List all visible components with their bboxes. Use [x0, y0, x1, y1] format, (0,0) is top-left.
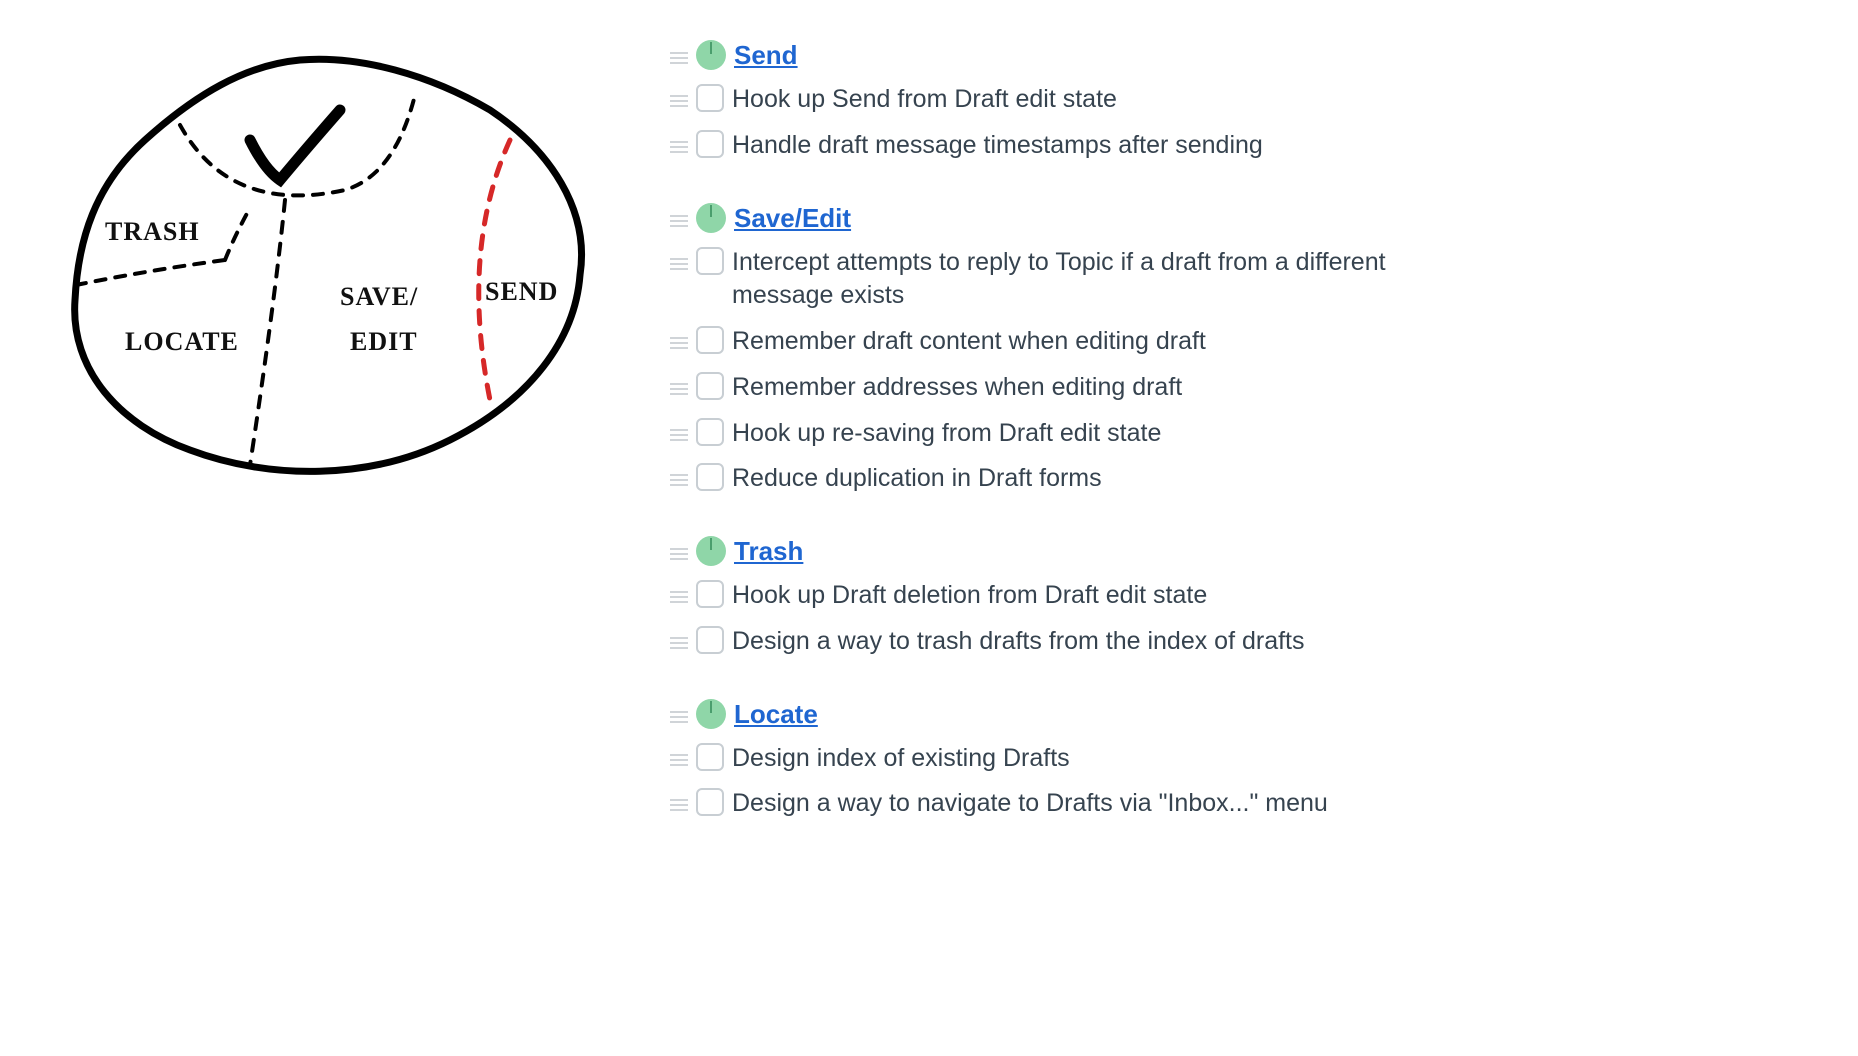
task-label: Remember addresses when editing draft: [732, 371, 1182, 405]
task-row: Design a way to navigate to Drafts via "…: [670, 787, 1808, 821]
sketch-label-send: SEND: [485, 277, 558, 306]
status-pie-icon[interactable]: [696, 40, 726, 70]
drag-handle-icon[interactable]: [670, 787, 688, 811]
status-pie-icon[interactable]: [696, 203, 726, 233]
task-label: Hook up Draft deletion from Draft edit s…: [732, 579, 1207, 613]
group-heading-row: Save/Edit: [670, 203, 1808, 234]
task-list-column: Send Hook up Send from Draft edit state …: [670, 40, 1808, 1016]
task-row: Remember addresses when editing draft: [670, 371, 1808, 405]
drag-handle-icon[interactable]: [670, 83, 688, 107]
task-label: Hook up re-saving from Draft edit state: [732, 417, 1161, 451]
task-label: Design a way to trash drafts from the in…: [732, 625, 1305, 659]
task-checkbox[interactable]: [696, 580, 724, 608]
task-checkbox[interactable]: [696, 788, 724, 816]
scope-sketch: TRASH LOCATE SAVE/ EDIT SEND: [50, 40, 590, 490]
drag-handle-icon[interactable]: [670, 40, 688, 64]
drag-handle-icon[interactable]: [670, 129, 688, 153]
drag-handle-icon[interactable]: [670, 625, 688, 649]
sketch-label-trash: TRASH: [105, 217, 200, 246]
drag-handle-icon[interactable]: [670, 246, 688, 270]
drag-handle-icon[interactable]: [670, 203, 688, 227]
task-checkbox[interactable]: [696, 418, 724, 446]
task-label: Handle draft message timestamps after se…: [732, 129, 1263, 163]
drag-handle-icon[interactable]: [670, 699, 688, 723]
group-locate: Locate Design index of existing Drafts D…: [670, 699, 1808, 822]
sketch-column: TRASH LOCATE SAVE/ EDIT SEND: [50, 40, 590, 1016]
task-row: Reduce duplication in Draft forms: [670, 462, 1808, 496]
sketch-label-locate: LOCATE: [125, 327, 239, 356]
task-checkbox[interactable]: [696, 743, 724, 771]
group-heading-link[interactable]: Locate: [734, 699, 818, 730]
task-label: Remember draft content when editing draf…: [732, 325, 1206, 359]
drag-handle-icon[interactable]: [670, 325, 688, 349]
task-label: Intercept attempts to reply to Topic if …: [732, 246, 1452, 314]
task-row: Hook up Draft deletion from Draft edit s…: [670, 579, 1808, 613]
status-pie-icon[interactable]: [696, 536, 726, 566]
group-heading-link[interactable]: Send: [734, 40, 798, 71]
sketch-label-saveedit-1: SAVE/: [340, 282, 418, 311]
drag-handle-icon[interactable]: [670, 536, 688, 560]
task-label: Design index of existing Drafts: [732, 742, 1070, 776]
drag-handle-icon[interactable]: [670, 742, 688, 766]
status-pie-icon[interactable]: [696, 699, 726, 729]
group-heading-row: Send: [670, 40, 1808, 71]
task-checkbox[interactable]: [696, 247, 724, 275]
task-checkbox[interactable]: [696, 372, 724, 400]
group-heading-link[interactable]: Trash: [734, 536, 803, 567]
task-row: Remember draft content when editing draf…: [670, 325, 1808, 359]
task-row: Hook up Send from Draft edit state: [670, 83, 1808, 117]
drag-handle-icon[interactable]: [670, 417, 688, 441]
task-checkbox[interactable]: [696, 130, 724, 158]
drag-handle-icon[interactable]: [670, 579, 688, 603]
task-label: Hook up Send from Draft edit state: [732, 83, 1117, 117]
task-label: Reduce duplication in Draft forms: [732, 462, 1102, 496]
task-checkbox[interactable]: [696, 626, 724, 654]
group-heading-link[interactable]: Save/Edit: [734, 203, 851, 234]
task-row: Design a way to trash drafts from the in…: [670, 625, 1808, 659]
task-checkbox[interactable]: [696, 463, 724, 491]
drag-handle-icon[interactable]: [670, 462, 688, 486]
task-checkbox[interactable]: [696, 84, 724, 112]
task-checkbox[interactable]: [696, 326, 724, 354]
group-save-edit: Save/Edit Intercept attempts to reply to…: [670, 203, 1808, 497]
drag-handle-icon[interactable]: [670, 371, 688, 395]
group-heading-row: Trash: [670, 536, 1808, 567]
task-row: Hook up re-saving from Draft edit state: [670, 417, 1808, 451]
task-label: Design a way to navigate to Drafts via "…: [732, 787, 1328, 821]
task-row: Handle draft message timestamps after se…: [670, 129, 1808, 163]
task-row: Intercept attempts to reply to Topic if …: [670, 246, 1808, 314]
task-row: Design index of existing Drafts: [670, 742, 1808, 776]
group-heading-row: Locate: [670, 699, 1808, 730]
group-trash: Trash Hook up Draft deletion from Draft …: [670, 536, 1808, 659]
sketch-label-saveedit-2: EDIT: [350, 327, 418, 356]
group-send: Send Hook up Send from Draft edit state …: [670, 40, 1808, 163]
